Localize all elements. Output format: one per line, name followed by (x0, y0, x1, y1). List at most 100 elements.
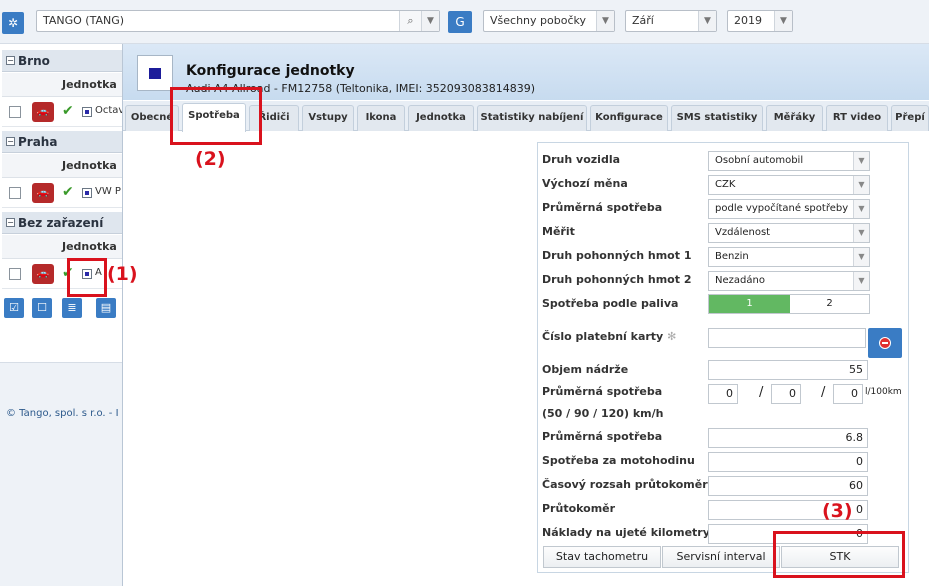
engine-hour-input[interactable]: 0 (708, 452, 868, 472)
separator: / (821, 385, 826, 400)
toggle-option-1[interactable]: 1 (709, 295, 790, 313)
service-interval-button[interactable]: Servisní interval (662, 546, 780, 568)
collapse-icon[interactable]: − (6, 56, 15, 65)
label-merit: Měřit (542, 225, 575, 238)
chevron-down-icon[interactable]: ▼ (421, 11, 439, 31)
tab-ikona[interactable]: Ikona (357, 105, 405, 131)
label-prutokomer: Průtokoměr (542, 502, 616, 515)
unit-combo[interactable]: TANGO (TANG) ⌕ ▼ (36, 10, 440, 32)
tab-konfigurace[interactable]: Konfigurace (590, 105, 668, 131)
tab-jednotka[interactable]: Jednotka (408, 105, 474, 131)
vehicle-list-icon[interactable]: ▤ (96, 298, 116, 318)
odometer-button[interactable]: Stav tachometru (543, 546, 661, 568)
label-druh-vozidla: Druh vozidla (542, 153, 621, 166)
annotation-box-1 (67, 258, 107, 297)
chevron-down-icon[interactable]: ▼ (853, 248, 869, 266)
month-combo-value: Září (632, 14, 654, 27)
measure-select[interactable]: Vzdálenost ▼ (708, 223, 870, 243)
deselect-icon[interactable]: ☐ (32, 298, 52, 318)
group-header-bez-zarazeni[interactable]: − Bez zařazení (2, 212, 122, 234)
chevron-down-icon[interactable]: ▼ (596, 11, 614, 31)
toggle-option-2[interactable]: 2 (790, 295, 869, 313)
card-number-input[interactable] (708, 328, 866, 348)
row-checkbox[interactable] (9, 106, 21, 118)
vehicle-sidebar: − Brno Jednotka 🚗 ✔ Octav − Praha Jednot… (0, 44, 122, 586)
tank-volume-input[interactable]: 55 (708, 360, 868, 380)
column-header: Jednotka (2, 154, 122, 178)
column-label: Jednotka (62, 159, 117, 172)
tab-meraky[interactable]: Měřáky (766, 105, 823, 131)
annotation-label-2: (2) (195, 148, 226, 170)
select-value: Vzdálenost (715, 227, 771, 238)
select-value: Benzin (715, 251, 749, 262)
consumption-form: Druh vozidla Osobní automobil ▼ Výchozí m… (537, 142, 909, 573)
unit-icon (137, 55, 173, 91)
search-icon[interactable]: ⌕ (399, 11, 421, 31)
row-checkbox[interactable] (9, 187, 21, 199)
chevron-down-icon[interactable]: ▼ (853, 200, 869, 218)
branch-combo-value: Všechny pobočky (490, 14, 586, 27)
tab-vstupy[interactable]: Vstupy (302, 105, 354, 131)
annotation-box-2 (170, 87, 262, 145)
select-all-icon[interactable]: ☑ (4, 298, 24, 318)
tab-rt-video[interactable]: RT video (826, 105, 888, 131)
flowmeter-range-input[interactable]: 60 (708, 476, 868, 496)
chevron-down-icon[interactable]: ▼ (853, 152, 869, 170)
collapse-icon[interactable]: − (6, 218, 15, 227)
label-spotreba-podle-paliva: Spotřeba podle paliva (542, 297, 679, 310)
clear-card-button[interactable] (868, 328, 902, 358)
table-row[interactable]: 🚗 ✔ Octav (2, 97, 122, 127)
asterisk-icon: ✻ (667, 330, 677, 343)
consumption-50-input[interactable]: 0 (708, 384, 738, 404)
label-vychozi-mena: Výchozí měna (542, 177, 628, 190)
checklist-icon[interactable]: ≣ (62, 298, 82, 318)
no-entry-icon (879, 337, 891, 349)
label-pohonne-hmoty-1: Druh pohonných hmot 1 (542, 249, 692, 262)
vehicle-name[interactable]: Octav (95, 105, 122, 116)
g-button[interactable]: G (448, 11, 472, 33)
column-label: Jednotka (62, 240, 117, 253)
chevron-down-icon[interactable]: ▼ (853, 176, 869, 194)
fuel-type-2-select[interactable]: Nezadáno ▼ (708, 271, 870, 291)
year-combo[interactable]: 2019 ▼ (727, 10, 793, 32)
collapse-icon[interactable]: − (6, 137, 15, 146)
currency-select[interactable]: CZK ▼ (708, 175, 870, 195)
month-combo[interactable]: Září ▼ (625, 10, 717, 32)
consumption-mode-select[interactable]: podle vypočítané spotřeby ▼ (708, 199, 870, 219)
vehicle-type-select[interactable]: Osobní automobil ▼ (708, 151, 870, 171)
label-prumerna-spotreba: Průměrná spotřeba (542, 430, 663, 443)
label-pohonne-hmoty-2: Druh pohonných hmot 2 (542, 273, 692, 286)
row-checkbox[interactable] (9, 268, 21, 280)
tab-statistiky-nabijeni[interactable]: Statistiky nabíjení (477, 105, 587, 131)
avg-consumption-input[interactable]: 6.8 (708, 428, 868, 448)
group-header-brno[interactable]: − Brno (2, 50, 122, 72)
label-cislo-karty: Číslo platební karty ✻ (542, 330, 676, 343)
dialog-title: Konfigurace jednotky (186, 63, 355, 79)
consumption-90-input[interactable]: 0 (771, 384, 801, 404)
select-value: Osobní automobil (715, 155, 804, 166)
unit-label: l/100km (865, 387, 902, 397)
unit-combo-value: TANGO (TANG) (43, 14, 125, 27)
tab-sms-statistiky[interactable]: SMS statistiky (671, 105, 763, 131)
top-toolbar: ✲ TANGO (TANG) ⌕ ▼ G Všechny pobočky ▼ Z… (0, 0, 929, 44)
car-icon: 🚗 (32, 183, 54, 203)
fuel-type-1-select[interactable]: Benzin ▼ (708, 247, 870, 267)
consumption-120-input[interactable]: 0 (833, 384, 863, 404)
tab-prepinace[interactable]: Přepí (891, 105, 929, 131)
column-header: Jednotka (2, 73, 122, 97)
chevron-down-icon[interactable]: ▼ (774, 11, 792, 31)
chevron-down-icon[interactable]: ▼ (853, 272, 869, 290)
chevron-down-icon[interactable]: ▼ (698, 11, 716, 31)
check-icon: ✔ (62, 103, 74, 119)
unit-color-icon (82, 188, 92, 198)
gear-icon[interactable]: ✲ (2, 12, 24, 34)
label-text: Číslo platební karty (542, 330, 664, 343)
fuel-consumption-toggle[interactable]: 1 2 (708, 294, 870, 314)
chevron-down-icon[interactable]: ▼ (853, 224, 869, 242)
annotation-label-1: (1) (107, 263, 138, 285)
branch-combo[interactable]: Všechny pobočky ▼ (483, 10, 615, 32)
vehicle-name[interactable]: VW P (95, 186, 122, 197)
table-row[interactable]: 🚗 ✔ VW P (2, 178, 122, 208)
group-header-praha[interactable]: − Praha (2, 131, 122, 153)
unit-color-icon (82, 107, 92, 117)
